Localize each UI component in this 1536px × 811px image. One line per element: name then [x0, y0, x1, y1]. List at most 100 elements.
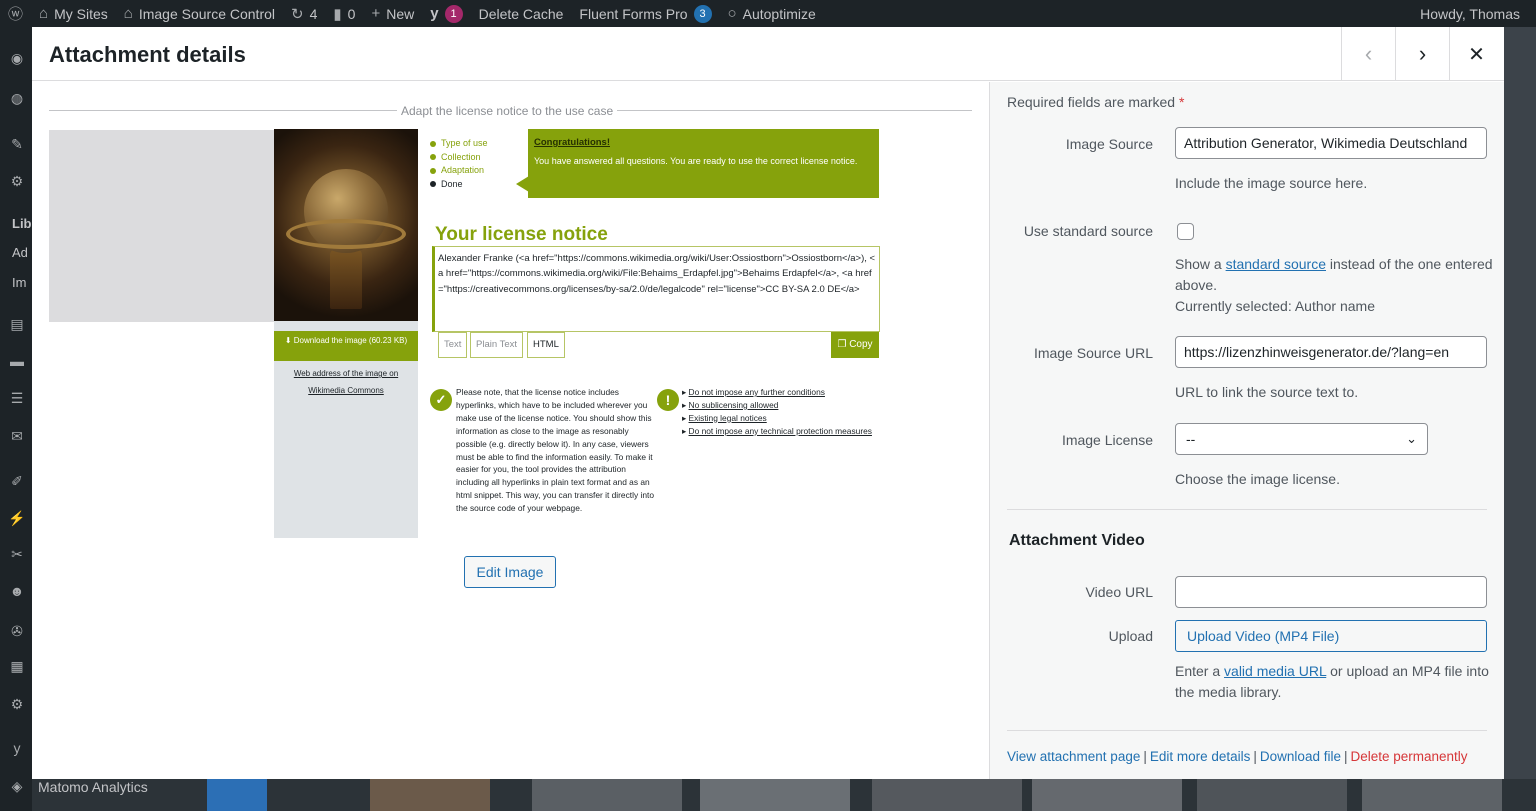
add-new-label[interactable]: Ad [12, 245, 28, 260]
fluent-forms-label: Fluent Forms Pro [579, 5, 688, 22]
congrats-text: You have answered all questions. You are… [534, 156, 858, 166]
check-icon: ✓ [430, 389, 452, 411]
image-source-help: Include the image source here. [1175, 175, 1368, 191]
forms-icon[interactable]: ☰ [8, 389, 26, 407]
close-icon: ✕ [1468, 43, 1485, 66]
wrench-icon[interactable]: ✇ [8, 622, 26, 640]
yoast-menu-icon[interactable]: y [8, 739, 26, 757]
view-attachment-link[interactable]: View attachment page [1007, 749, 1140, 764]
comments-menu[interactable]: ▮ 0 [325, 0, 363, 27]
video-help: Enter a valid media URL or upload an MP4… [1175, 661, 1495, 703]
chevron-left-icon: ‹ [1364, 41, 1373, 66]
step-label: Adaptation [441, 165, 485, 175]
attachment-info-pane: Required fields are marked * Image Sourc… [989, 82, 1504, 779]
fluent-forms-menu[interactable]: Fluent Forms Pro 3 [571, 0, 719, 27]
wiki-link-line2[interactable]: Wikimedia Commons [274, 386, 418, 395]
yoast-icon: y [430, 5, 439, 22]
copy-button[interactable]: ❐ Copy [831, 332, 879, 358]
download-image-button[interactable]: ⬇ Download the image (60.23 KB) [274, 331, 418, 361]
comments-icon[interactable]: ▬ [8, 352, 26, 370]
autoptimize-menu[interactable]: ○ Autoptimize [720, 0, 824, 27]
condition-item[interactable]: ▸ Existing legal notices [682, 412, 872, 425]
close-button[interactable]: ✕ [1449, 27, 1503, 81]
autoptimize-label: Autoptimize [742, 5, 816, 22]
image-license-select[interactable]: -- ⌄ [1175, 423, 1428, 455]
background-thumb [532, 779, 682, 811]
standard-source-help: Show a standard source instead of the on… [1175, 254, 1495, 296]
pin-icon[interactable]: ✎ [8, 135, 26, 153]
appearance-icon[interactable]: ✐ [8, 472, 26, 490]
standard-source-checkbox[interactable] [1177, 223, 1194, 240]
image-license-help: Choose the image license. [1175, 471, 1340, 487]
plugins-icon[interactable]: ⚡ [8, 509, 26, 527]
step-item[interactable]: Collection [430, 151, 488, 165]
copy-icon: ❐ [837, 339, 850, 350]
chevron-right-icon: › [1418, 41, 1427, 66]
edit-image-button[interactable]: Edit Image [464, 556, 556, 588]
delete-cache-menu[interactable]: Delete Cache [471, 0, 572, 27]
source-url-input[interactable]: https://lizenzhinweisgenerator.de/?lang=… [1175, 336, 1487, 368]
bullet-icon [430, 140, 436, 147]
valid-media-url-link[interactable]: valid media URL [1224, 663, 1326, 679]
settings-icon[interactable]: ⚙ [8, 695, 26, 713]
my-sites-menu[interactable]: ⌂ My Sites [31, 0, 116, 27]
condition-item[interactable]: ▸ No sublicensing allowed [682, 399, 872, 412]
previous-button[interactable]: ‹ [1341, 27, 1395, 81]
users-icon[interactable]: ☻ [8, 582, 26, 600]
new-label: New [386, 5, 415, 22]
background-thumb [872, 779, 1022, 811]
grid-icon[interactable]: ▦ [8, 657, 26, 675]
updates-icon: ↻ [291, 5, 304, 23]
dashboard-icon[interactable]: ◉ [8, 49, 26, 67]
condition-item[interactable]: ▸ Do not impose any further conditions [682, 386, 872, 399]
step-item[interactable]: Type of use [430, 137, 488, 151]
video-help-pre: Enter a [1175, 663, 1225, 679]
required-star: * [1178, 94, 1185, 110]
matomo-menu-label[interactable]: Matomo Analytics [38, 779, 148, 795]
wp-logo-menu[interactable]: ⓦ [0, 0, 31, 27]
tab-text[interactable]: Text [438, 332, 468, 358]
condition-item[interactable]: ▸ Do not impose any technical protection… [682, 425, 872, 438]
bullet-icon [430, 167, 436, 174]
background-thumb [1362, 779, 1502, 811]
image-source-input[interactable]: Attribution Generator, Wikimedia Deutsch… [1175, 127, 1487, 159]
background-thumb [1032, 779, 1182, 811]
delete-permanently-link[interactable]: Delete permanently [1350, 749, 1467, 764]
modal-title: Attachment details [49, 42, 246, 67]
yoast-menu[interactable]: y1 [422, 0, 470, 27]
background-thumb [1197, 779, 1347, 811]
yoast-seo-icon[interactable]: ◍ [8, 89, 26, 107]
updates-menu[interactable]: ↻ 4 [283, 0, 325, 27]
video-url-input[interactable] [1175, 576, 1487, 608]
tools-icon[interactable]: ✂ [8, 545, 26, 563]
tab-plain-text[interactable]: Plain Text [470, 332, 524, 358]
image-license-label: Image License [1061, 432, 1153, 448]
site-name-menu[interactable]: ⌂ Image Source Control [116, 0, 283, 27]
image-sources-label[interactable]: Im [12, 275, 26, 290]
license-notice-textarea[interactable]: Alexander Franke (<a href="https://commo… [432, 246, 880, 332]
placeholder-area [49, 130, 275, 322]
account-menu[interactable]: Howdy, Thomas [1412, 0, 1528, 27]
edit-details-link[interactable]: Edit more details [1150, 749, 1251, 764]
new-content-menu[interactable]: + New [363, 0, 422, 27]
circle-icon: ○ [727, 5, 737, 22]
upload-video-button[interactable]: Upload Video (MP4 File) [1175, 620, 1487, 652]
standard-source-label: Use standard source [1023, 223, 1153, 239]
media-icon[interactable]: ⚙ [8, 172, 26, 190]
step-item[interactable]: Adaptation [430, 164, 488, 178]
matomo-icon[interactable]: ◈ [8, 777, 26, 795]
license-selected-value: -- [1186, 431, 1196, 447]
required-fields-note: Required fields are marked * [1007, 94, 1184, 110]
standard-source-link[interactable]: standard source [1226, 256, 1326, 272]
source-url-help: URL to link the source text to. [1175, 384, 1359, 400]
tab-html[interactable]: HTML [527, 332, 565, 358]
admin-menu: ◉ ◍ ✎ ⚙ Lib Ad Im ▤ ▬ ☰ ✉ ✐ ⚡ ✂ ☻ ✇ ▦ ⚙ … [0, 27, 32, 811]
download-file-link[interactable]: Download file [1260, 749, 1341, 764]
mail-icon[interactable]: ✉ [8, 427, 26, 445]
library-label[interactable]: Lib [12, 216, 32, 231]
wiki-link-line1[interactable]: Web address of the image on [274, 369, 418, 378]
pages-icon[interactable]: ▤ [8, 315, 26, 333]
my-sites-label: My Sites [54, 5, 108, 22]
condition-link: Existing legal notices [688, 412, 767, 423]
next-button[interactable]: › [1395, 27, 1449, 81]
